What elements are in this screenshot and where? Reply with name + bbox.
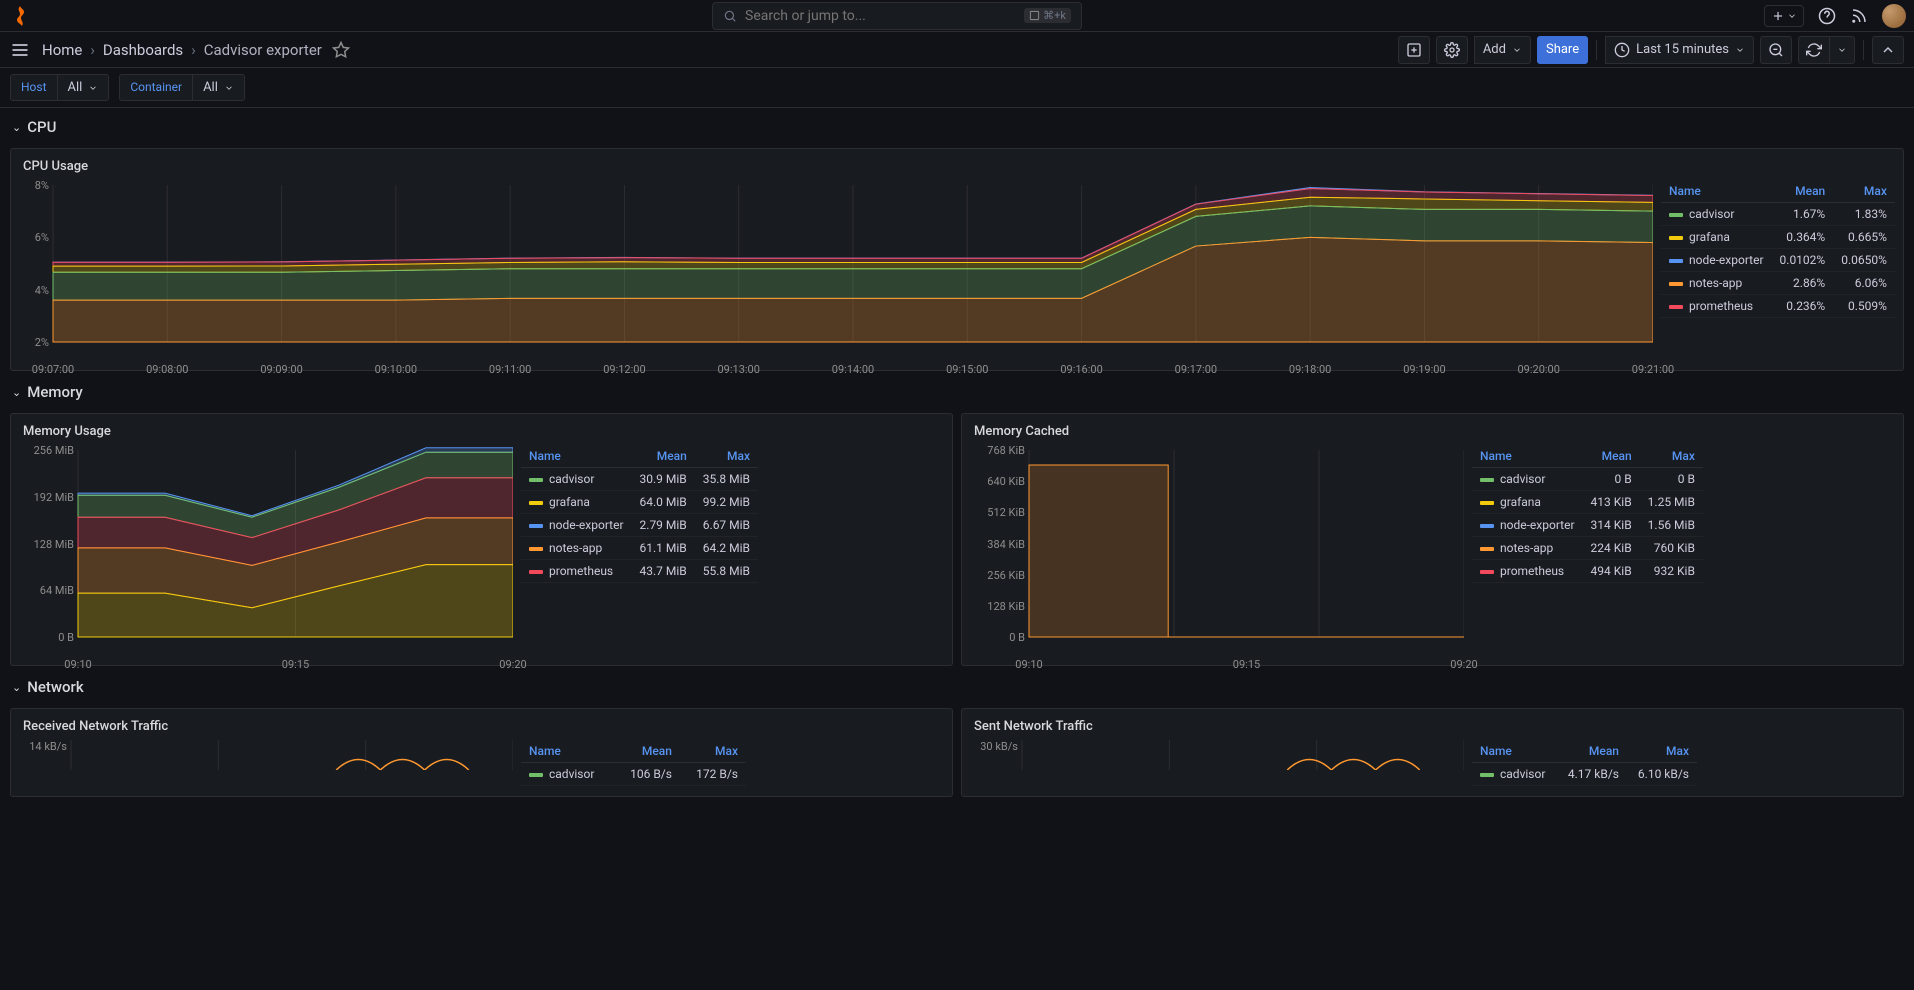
panel-title: Sent Network Traffic: [962, 709, 1903, 740]
net-recv-legend: NameMeanMaxcadvisor106 B/s172 B/s: [521, 740, 746, 786]
legend-header[interactable]: Max: [1833, 180, 1895, 203]
legend-header[interactable]: Name: [1472, 740, 1557, 763]
grafana-logo-icon[interactable]: [8, 4, 32, 28]
search-input[interactable]: [745, 8, 1016, 24]
panel-net-sent: Sent Network Traffic 30 kB/s NameMeanMax…: [961, 708, 1904, 797]
share-button[interactable]: Share: [1537, 36, 1588, 64]
settings-button[interactable]: [1436, 36, 1468, 64]
collapse-button[interactable]: [1872, 36, 1904, 64]
legend-row[interactable]: node-exporter2.79 MiB6.67 MiB: [521, 514, 758, 537]
chevron-down-icon: ⌄: [12, 681, 21, 694]
crumb-home[interactable]: Home: [42, 41, 82, 59]
legend-header[interactable]: Max: [1640, 445, 1703, 468]
panel-memory-cached: Memory Cached 0 B128 KiB256 KiB384 KiB51…: [961, 413, 1904, 666]
legend-row[interactable]: node-exporter0.0102%0.0650%: [1661, 249, 1895, 272]
legend-header[interactable]: Name: [1661, 180, 1772, 203]
legend-header[interactable]: Name: [521, 445, 632, 468]
chevron-down-icon: ⌄: [12, 121, 21, 134]
chevron-down-icon: ⌄: [12, 386, 21, 399]
net-sent-plot[interactable]: 30 kB/s: [974, 740, 1464, 770]
memory-cached-legend: NameMeanMaxcadvisor0 B0 Bgrafana413 KiB1…: [1472, 445, 1697, 655]
refresh-button[interactable]: [1798, 36, 1829, 64]
legend-row[interactable]: grafana0.364%0.665%: [1661, 226, 1895, 249]
legend-header[interactable]: Name: [521, 740, 614, 763]
add-panel-button[interactable]: [1398, 36, 1430, 64]
legend-row[interactable]: prometheus494 KiB932 KiB: [1472, 560, 1703, 583]
legend-row[interactable]: cadvisor0 B0 B: [1472, 468, 1703, 491]
net-sent-legend: NameMeanMaxcadvisor4.17 kB/s6.10 kB/s: [1472, 740, 1697, 786]
search-shortcut: ⌘+k: [1024, 8, 1071, 23]
legend-row[interactable]: grafana64.0 MiB99.2 MiB: [521, 491, 758, 514]
legend-header[interactable]: Max: [1627, 740, 1697, 763]
legend-header[interactable]: Max: [680, 740, 746, 763]
panel-memory-usage: Memory Usage 0 B64 MiB128 MiB192 MiB256 …: [10, 413, 953, 666]
top-bar: ⌘+k: [0, 0, 1914, 32]
variable-row: Host All Container All: [0, 68, 1914, 108]
panel-title: CPU Usage: [11, 149, 1903, 180]
panel-cpu-usage: CPU Usage 2%4%6%8%09:07:0009:08:0009:09:…: [10, 148, 1904, 371]
add-button[interactable]: Add: [1474, 36, 1531, 64]
var-container-select[interactable]: All: [193, 74, 245, 101]
legend-row[interactable]: prometheus43.7 MiB55.8 MiB: [521, 560, 758, 583]
panel-net-recv: Received Network Traffic 14 kB/s NameMea…: [10, 708, 953, 797]
add-menu[interactable]: [1764, 5, 1804, 27]
chevron-right-icon: ›: [90, 41, 95, 59]
zoom-out-button[interactable]: [1760, 36, 1792, 64]
cpu-legend: NameMeanMaxcadvisor1.67%1.83%grafana0.36…: [1661, 180, 1891, 360]
panel-title: Received Network Traffic: [11, 709, 952, 740]
breadcrumb: Home › Dashboards › Cadvisor exporter: [42, 41, 322, 59]
legend-header[interactable]: Mean: [1772, 180, 1834, 203]
crumb-current: Cadvisor exporter: [204, 41, 322, 59]
help-icon[interactable]: [1818, 7, 1836, 25]
section-network[interactable]: ⌄Network: [10, 672, 1904, 702]
dashboard-toolbar: Home › Dashboards › Cadvisor exporter Ad…: [0, 32, 1914, 68]
user-avatar[interactable]: [1882, 4, 1906, 28]
section-cpu[interactable]: ⌄CPU: [10, 112, 1904, 142]
legend-row[interactable]: grafana413 KiB1.25 MiB: [1472, 491, 1703, 514]
memory-cached-plot[interactable]: 0 B128 KiB256 KiB384 KiB512 KiB640 KiB76…: [974, 445, 1464, 655]
time-range-picker[interactable]: Last 15 minutes: [1605, 36, 1754, 64]
legend-row[interactable]: cadvisor1.67%1.83%: [1661, 203, 1895, 226]
memory-usage-plot[interactable]: 0 B64 MiB128 MiB192 MiB256 MiB09:1009:15…: [23, 445, 513, 655]
legend-header[interactable]: Mean: [632, 445, 695, 468]
cpu-plot[interactable]: 2%4%6%8%09:07:0009:08:0009:09:0009:10:00…: [23, 180, 1653, 360]
search-box[interactable]: ⌘+k: [712, 2, 1082, 30]
legend-header[interactable]: Mean: [614, 740, 680, 763]
net-recv-plot[interactable]: 14 kB/s: [23, 740, 513, 770]
menu-toggle-icon[interactable]: [10, 40, 30, 60]
memory-usage-legend: NameMeanMaxcadvisor30.9 MiB35.8 MiBgrafa…: [521, 445, 746, 655]
legend-row[interactable]: cadvisor30.9 MiB35.8 MiB: [521, 468, 758, 491]
legend-header[interactable]: Name: [1472, 445, 1583, 468]
legend-row[interactable]: cadvisor4.17 kB/s6.10 kB/s: [1472, 763, 1697, 786]
chevron-right-icon: ›: [191, 41, 196, 59]
legend-row[interactable]: notes-app61.1 MiB64.2 MiB: [521, 537, 758, 560]
legend-row[interactable]: notes-app2.86%6.06%: [1661, 272, 1895, 295]
legend-row[interactable]: prometheus0.236%0.509%: [1661, 295, 1895, 318]
news-icon[interactable]: [1850, 7, 1868, 25]
section-memory[interactable]: ⌄Memory: [10, 377, 1904, 407]
legend-header[interactable]: Max: [695, 445, 758, 468]
panel-title: Memory Usage: [11, 414, 952, 445]
var-container-label: Container: [119, 74, 193, 101]
refresh-interval-button[interactable]: [1829, 36, 1855, 64]
search-icon: [723, 9, 737, 23]
legend-row[interactable]: node-exporter314 KiB1.56 MiB: [1472, 514, 1703, 537]
legend-header[interactable]: Mean: [1583, 445, 1640, 468]
legend-header[interactable]: Mean: [1557, 740, 1627, 763]
legend-row[interactable]: cadvisor106 B/s172 B/s: [521, 763, 746, 786]
star-icon[interactable]: [332, 41, 350, 59]
legend-row[interactable]: notes-app224 KiB760 KiB: [1472, 537, 1703, 560]
crumb-dashboards[interactable]: Dashboards: [103, 41, 183, 59]
var-host-select[interactable]: All: [58, 74, 110, 101]
var-host-label: Host: [10, 74, 58, 101]
panel-title: Memory Cached: [962, 414, 1903, 445]
